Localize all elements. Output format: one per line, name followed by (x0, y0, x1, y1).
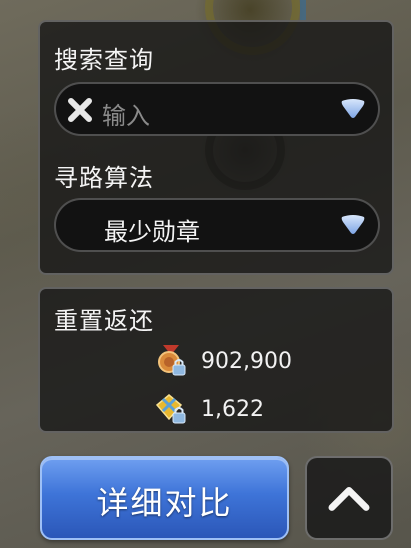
close-x-icon[interactable] (66, 96, 94, 124)
medal-return-value: 902,900 (201, 349, 292, 374)
reset-return-title: 重置返还 (54, 307, 154, 335)
chevron-up-icon (328, 487, 370, 511)
search-panel: 搜索查询 输入 寻路算法 最少勋章 (38, 20, 394, 275)
locked-gem-icon (155, 394, 186, 424)
search-placeholder: 输入 (102, 102, 150, 130)
algorithm-dropdown[interactable]: 最少勋章 (54, 198, 380, 252)
triangle-down-icon[interactable] (340, 214, 366, 236)
gem-return-row: 1,622 (153, 391, 353, 425)
reset-return-panel: 重置返还 902,900 1,622 (38, 287, 394, 433)
detailed-compare-label: 详细对比 (96, 484, 233, 522)
collapse-button[interactable] (305, 456, 393, 540)
medal-return-row: 902,900 (153, 343, 353, 377)
search-title: 搜索查询 (54, 46, 154, 74)
triangle-down-icon[interactable] (340, 98, 366, 120)
gem-return-value: 1,622 (201, 397, 264, 422)
search-input[interactable]: 输入 (54, 82, 380, 136)
algorithm-title: 寻路算法 (54, 164, 154, 192)
background-line (300, 0, 306, 22)
algorithm-selected: 最少勋章 (104, 218, 200, 246)
detailed-compare-button[interactable]: 详细对比 (40, 456, 289, 540)
locked-medal-icon (158, 345, 186, 376)
